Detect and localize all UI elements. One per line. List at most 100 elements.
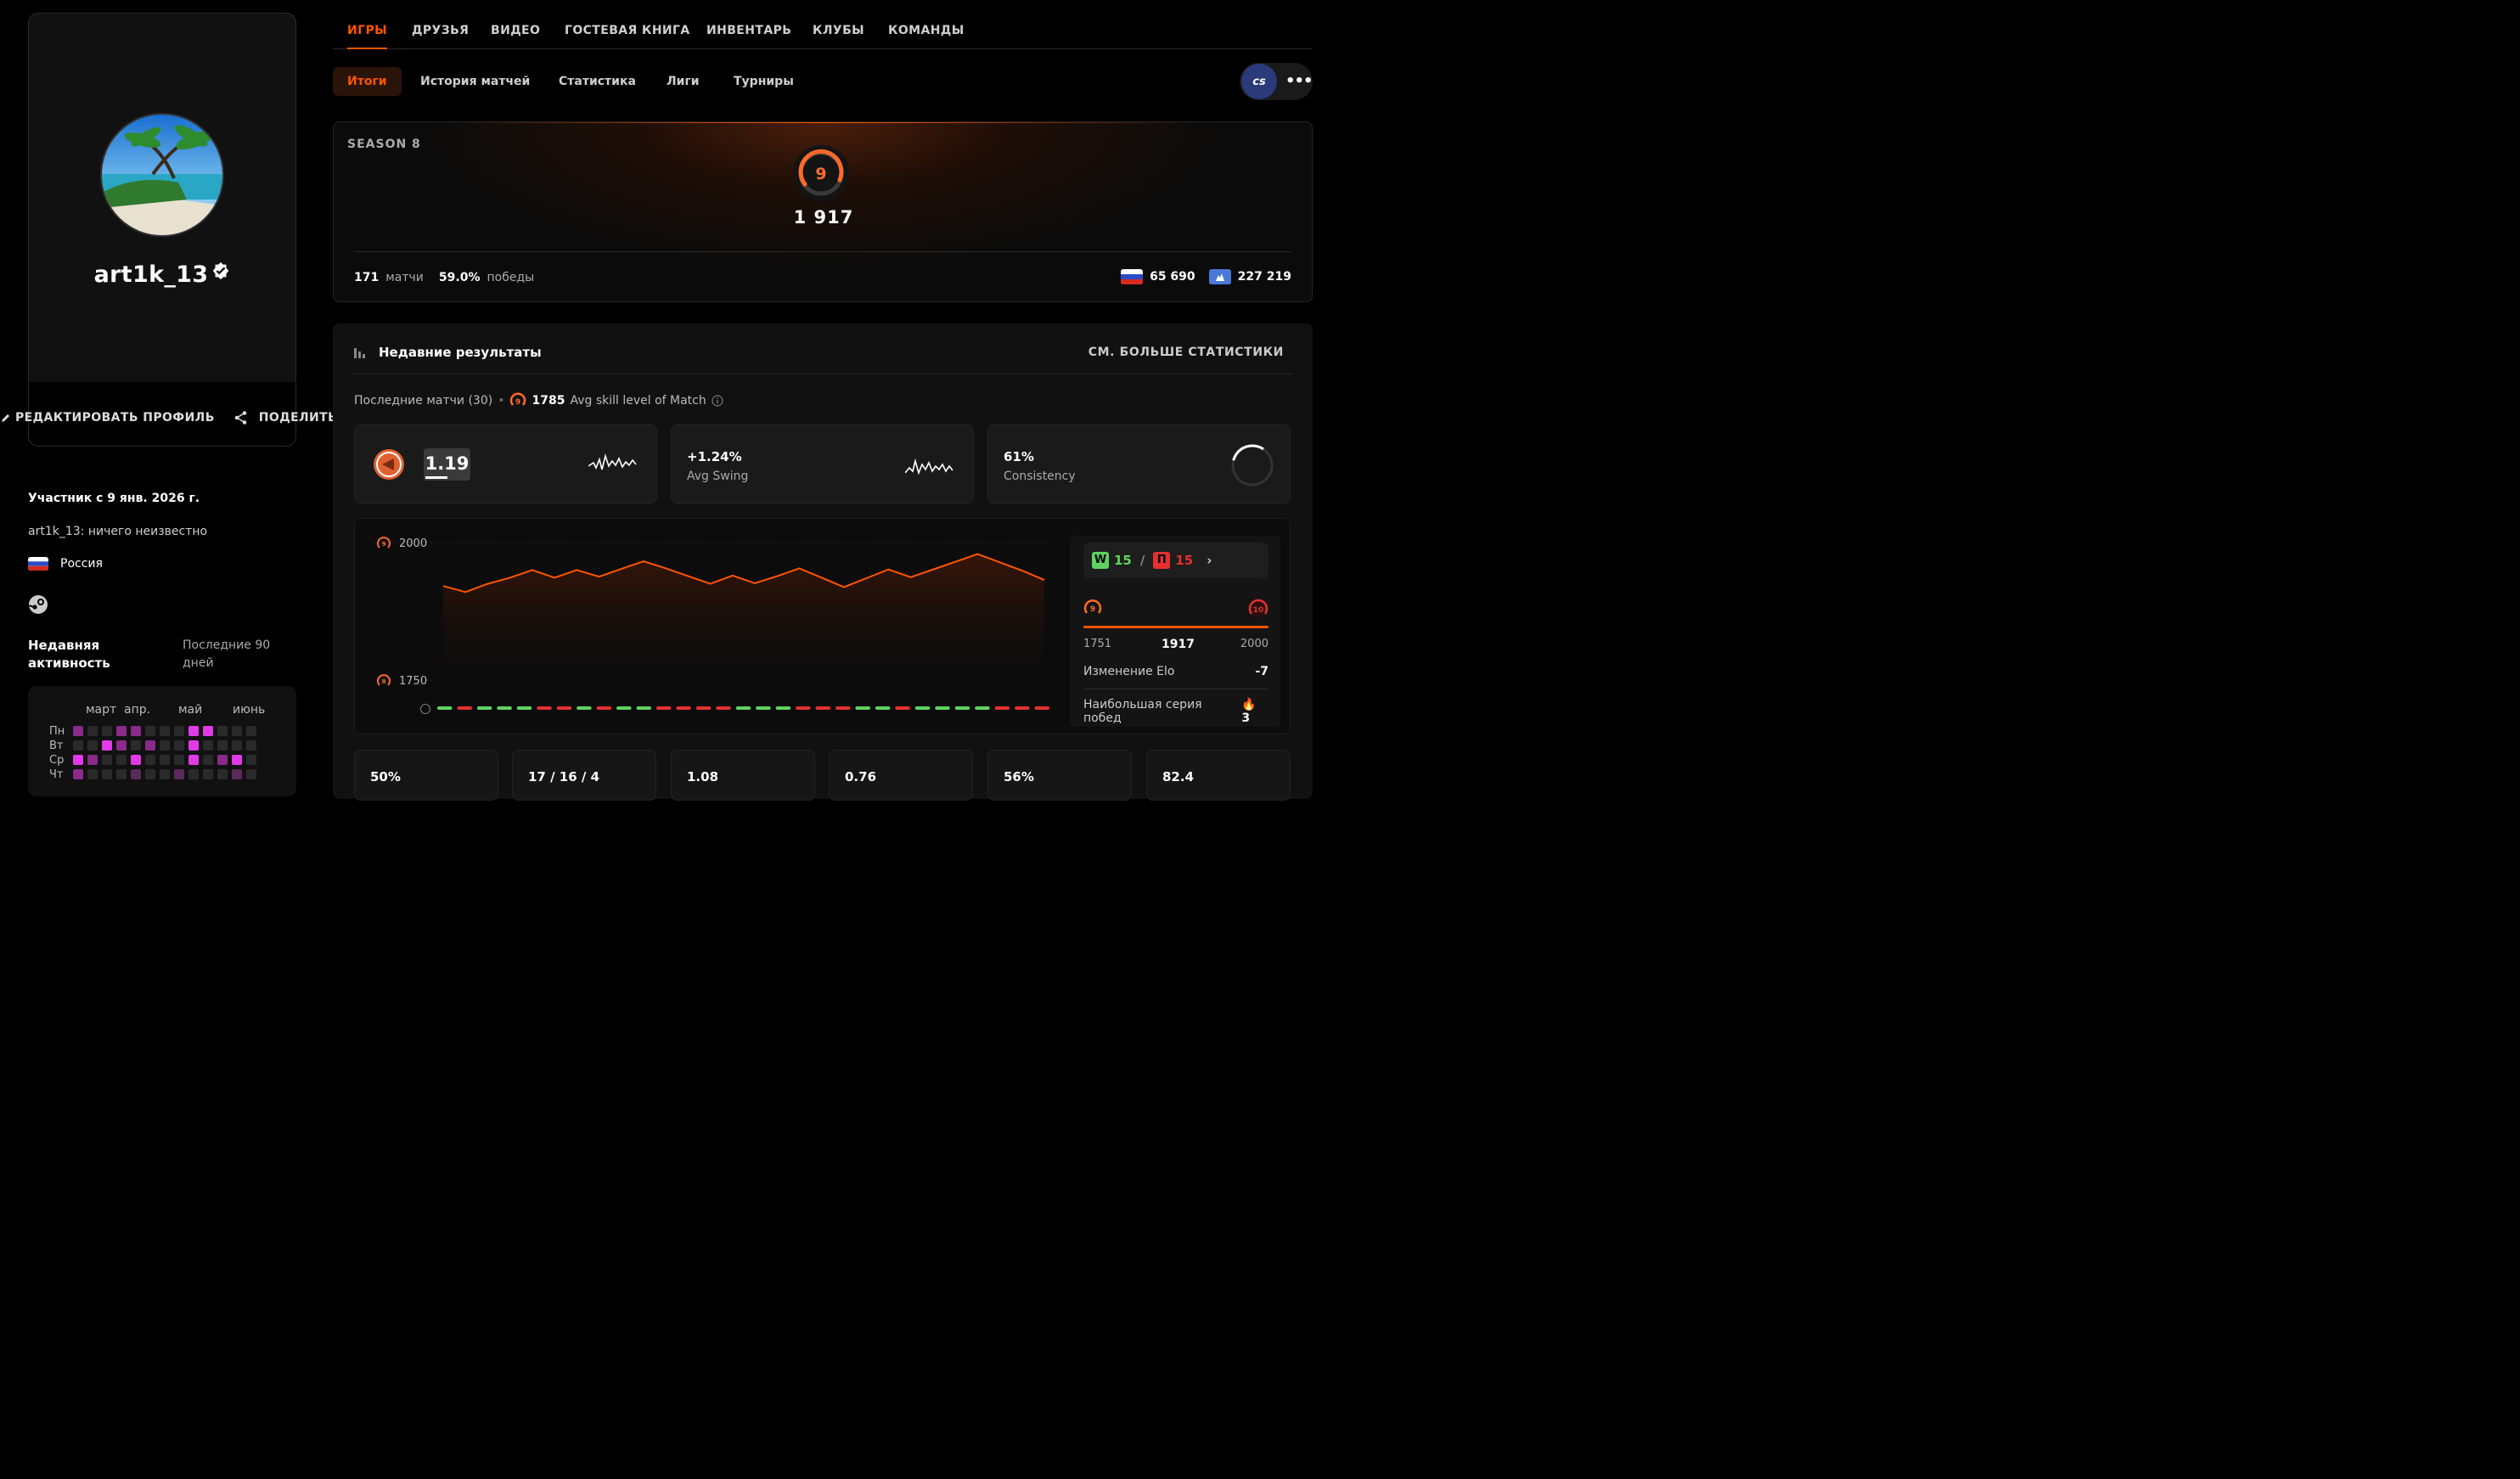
subtab-statistics[interactable]: Статистика	[544, 67, 650, 96]
heatmap-cell[interactable]	[160, 769, 170, 779]
heatmap-cell[interactable]	[116, 769, 127, 779]
tab-friends[interactable]: ДРУЗЬЯ	[412, 24, 469, 37]
heatmap-cell[interactable]	[131, 740, 141, 751]
heatmap-cell[interactable]	[203, 726, 213, 736]
elo-side-panel: W 15 / П 15 › 9 10 1751 1917 2000 Измене…	[1070, 536, 1280, 727]
win-streak-label: Наибольшая серия побед	[1083, 698, 1202, 725]
heatmap-cell[interactable]	[188, 769, 199, 779]
see-more-stats-link[interactable]: СМ. БОЛЬШЕ СТАТИСТИКИ	[1088, 346, 1284, 359]
heatmap-cell[interactable]	[131, 769, 141, 779]
game-switcher[interactable]: cs •••	[1240, 63, 1313, 100]
skill-level-number: 9	[815, 165, 826, 183]
match-result-marker	[676, 706, 691, 710]
matches-count: 171	[354, 271, 380, 284]
country-ranking[interactable]: 65 690	[1121, 269, 1195, 284]
match-result-marker	[497, 706, 512, 710]
heatmap-cell[interactable]	[217, 740, 228, 751]
heatmap-cell[interactable]	[188, 726, 199, 736]
heatmap-cell[interactable]	[160, 740, 170, 751]
tab-games[interactable]: ИГРЫ	[347, 24, 388, 49]
month-label: март	[86, 703, 117, 717]
consistency-box: 61% Consistency	[987, 425, 1291, 503]
heatmap-cell[interactable]	[174, 755, 184, 765]
match-result-marker	[914, 706, 931, 710]
heatmap-cell[interactable]	[87, 726, 98, 736]
heatmap-cell[interactable]	[102, 769, 112, 779]
heatmap-cell[interactable]	[87, 740, 98, 751]
tab-inventory[interactable]: ИНВЕНТАРЬ	[706, 24, 791, 37]
heatmap-cell[interactable]	[160, 726, 170, 736]
heatmap-cell[interactable]	[131, 755, 141, 765]
heatmap-cell[interactable]	[174, 726, 184, 736]
heatmap-cell[interactable]	[145, 769, 155, 779]
win-loss-summary[interactable]: W 15 / П 15 ›	[1083, 543, 1268, 578]
heatmap-cell[interactable]	[116, 740, 127, 751]
heatmap-cell[interactable]	[217, 726, 228, 736]
heatmap-cell[interactable]	[232, 769, 242, 779]
info-icon[interactable]	[712, 395, 723, 407]
heatmap-cell[interactable]	[131, 726, 141, 736]
heatmap-cell[interactable]	[232, 726, 242, 736]
match-result-marker	[636, 706, 651, 710]
heatmap-cell[interactable]	[174, 769, 184, 779]
heatmap-cell[interactable]	[145, 755, 155, 765]
heatmap-cell[interactable]	[203, 769, 213, 779]
heatmap-cell[interactable]	[116, 726, 127, 736]
heatmap-cell[interactable]	[87, 755, 98, 765]
heatmap-cell[interactable]	[73, 726, 83, 736]
heatmap-cell[interactable]	[246, 740, 256, 751]
tab-teams[interactable]: КОМАНДЫ	[888, 24, 965, 37]
heatmap-cell[interactable]	[145, 740, 155, 751]
heatmap-cell[interactable]	[73, 755, 83, 765]
stat-tile: 56%	[987, 750, 1132, 801]
heatmap-cell[interactable]	[102, 726, 112, 736]
season-label: SEASON 8	[347, 138, 421, 151]
pencil-icon	[2, 414, 9, 422]
winrate-value: 59.0%	[438, 271, 481, 284]
month-label: июнь	[233, 703, 266, 717]
subtab-leagues[interactable]: Лиги	[652, 67, 714, 96]
rankings: 65 690 227 219	[1121, 269, 1291, 284]
heatmap-cell[interactable]	[188, 740, 199, 751]
heatmap-cell[interactable]	[73, 740, 83, 751]
heatmap-cell[interactable]	[246, 755, 256, 765]
subtab-overview[interactable]: Итоги	[333, 67, 402, 96]
heatmap-cell[interactable]	[188, 755, 199, 765]
heatmap-cell[interactable]	[116, 755, 127, 765]
heatmap-cell[interactable]	[232, 755, 242, 765]
match-result-marker	[616, 706, 632, 710]
heatmap-cell[interactable]	[102, 755, 112, 765]
elo-range-bar	[1083, 626, 1268, 628]
steam-icon[interactable]	[28, 594, 48, 615]
heatmap-cell[interactable]	[217, 769, 228, 779]
match-result-marker	[954, 706, 970, 710]
heatmap-cell[interactable]	[145, 726, 155, 736]
heatmap-cell[interactable]	[246, 726, 256, 736]
heatmap-cell[interactable]	[73, 769, 83, 779]
subtab-match-history[interactable]: История матчей	[406, 67, 544, 96]
heatmap-cell[interactable]	[87, 769, 98, 779]
subtab-tournaments[interactable]: Турниры	[719, 67, 808, 96]
heatmap-cell[interactable]	[203, 755, 213, 765]
heatmap-cell[interactable]	[246, 769, 256, 779]
heatmap-cell[interactable]	[217, 755, 228, 765]
heatmap-cell[interactable]	[102, 740, 112, 751]
month-label: май	[178, 703, 203, 717]
match-result-marker	[577, 706, 592, 710]
match-result-marker	[716, 706, 731, 710]
heatmap-cell[interactable]	[203, 740, 213, 751]
info-icon[interactable]	[419, 703, 431, 715]
edit-profile-button[interactable]: РЕДАКТИРОВАТЬ ПРОФИЛЬ	[0, 411, 215, 425]
tab-clubs[interactable]: КЛУБЫ	[813, 24, 864, 37]
heatmap-cell[interactable]	[232, 740, 242, 751]
tab-guestbook[interactable]: ГОСТЕВАЯ КНИГА	[565, 24, 690, 37]
region-ranking[interactable]: 227 219	[1208, 269, 1291, 284]
more-options-icon[interactable]: •••	[1285, 72, 1313, 90]
avatar[interactable]	[100, 113, 224, 237]
heatmap-cell[interactable]	[174, 740, 184, 751]
match-result-marker	[994, 706, 1010, 710]
tab-video[interactable]: ВИДЕО	[491, 24, 540, 37]
heatmap-cell[interactable]	[160, 755, 170, 765]
match-result-marker	[975, 706, 990, 710]
cs-logo-icon[interactable]: cs	[1241, 64, 1277, 99]
